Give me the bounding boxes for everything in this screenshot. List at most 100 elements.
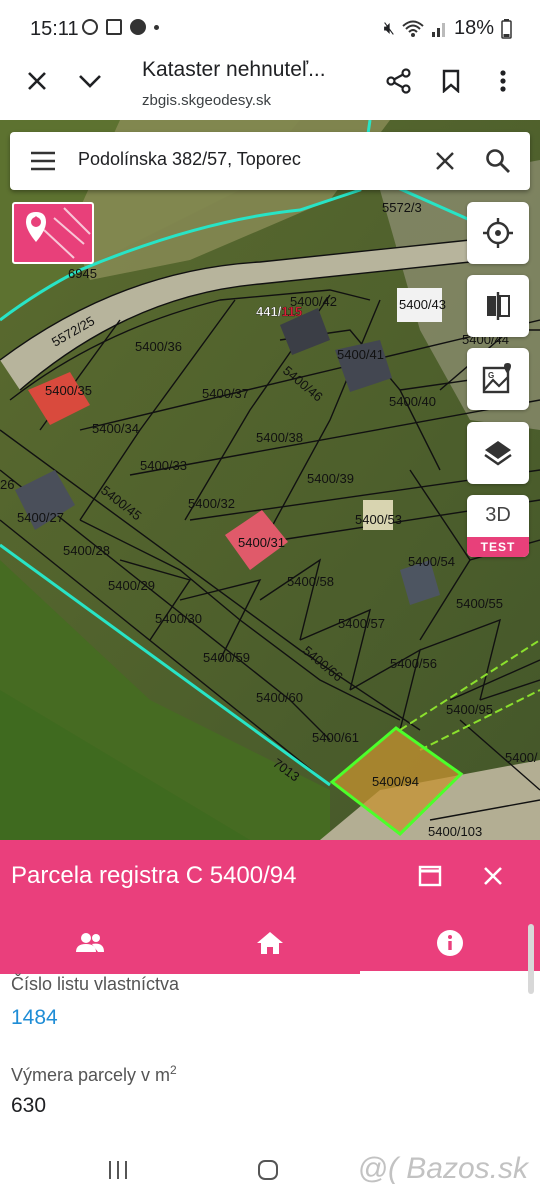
parcel-label: 5400/32 — [188, 496, 235, 511]
parcel-label: 5400/94 — [372, 774, 419, 789]
tab-buildings[interactable] — [180, 912, 360, 974]
parcel-label: 5400/55 — [456, 596, 503, 611]
parcel-label: 5400/59 — [203, 650, 250, 665]
parcel-label: 5400/41 — [337, 347, 384, 362]
compare-maps-button[interactable] — [467, 275, 529, 337]
page-url[interactable]: zbgis.skgeodesy.sk — [142, 92, 271, 109]
search-input[interactable]: Podolínska 382/57, Toporec — [78, 149, 301, 170]
locate-me-button[interactable] — [467, 202, 529, 264]
recent-apps-icon[interactable] — [107, 1159, 129, 1181]
parcel-label: 5400/37 — [202, 386, 249, 401]
close-tab-button[interactable] — [22, 66, 52, 96]
more-notifications-icon — [154, 24, 159, 30]
parcel-label: 5400/95 — [446, 702, 493, 717]
map-pin-logo-icon — [26, 207, 91, 259]
parcel-label: 5400/ — [505, 750, 538, 765]
more-vert-icon — [500, 70, 506, 92]
parcel-label: 5400/60 — [256, 690, 303, 705]
browser-toolbar: Kataster nehnuteľ... zbgis.skgeodesy.sk — [0, 58, 540, 120]
parcel-label: 5400/36 — [135, 339, 182, 354]
area-label-text: Výmera parcely v m — [11, 1065, 171, 1085]
hamburger-menu-icon[interactable] — [30, 151, 56, 171]
page-title: Kataster nehnuteľ... — [142, 58, 326, 81]
parcel-label: 5400/31 — [238, 535, 285, 550]
battery-icon — [501, 18, 512, 39]
mute-icon: 🔇︎ — [383, 18, 395, 38]
facebook-icon — [130, 19, 146, 35]
parcel-label: 5400/53 — [355, 512, 402, 527]
parcel-title: Parcela registra C 5400/94 — [11, 862, 297, 889]
ownership-sheet-value[interactable]: 1484 — [11, 1006, 58, 1030]
parcel-label: 5400/56 — [390, 656, 437, 671]
notification-icons — [82, 19, 159, 35]
parcel-label: 5400/35 — [45, 383, 92, 398]
info-icon — [437, 930, 463, 956]
zbgis-logo[interactable] — [12, 202, 94, 264]
menu-button[interactable] — [488, 66, 518, 96]
3d-label: 3D — [485, 504, 511, 526]
close-icon — [28, 72, 46, 90]
parcel-label: 5400/27 — [17, 510, 64, 525]
status-time: 15:11 — [30, 18, 79, 40]
parcel-label: 5400/28 — [63, 543, 110, 558]
chevron-down-icon — [79, 75, 101, 88]
home-icon — [257, 932, 283, 954]
panel-scrollbar[interactable] — [528, 924, 534, 994]
parcel-label: 5400/58 — [287, 574, 334, 589]
building-number: 441/115 — [256, 304, 302, 319]
parcel-label: 5400/38 — [256, 430, 303, 445]
layers-button[interactable] — [467, 422, 529, 484]
tab-owners[interactable] — [0, 912, 180, 974]
search-icon[interactable] — [485, 148, 511, 174]
parcel-label: 5400/54 — [408, 554, 455, 569]
share-icon — [386, 68, 411, 94]
share-button[interactable] — [384, 66, 414, 96]
bookmark-icon — [442, 69, 460, 93]
area-value: 630 — [11, 1094, 47, 1117]
close-panel-icon[interactable] — [483, 866, 503, 886]
svg-text:G: G — [488, 371, 494, 380]
ownership-sheet-label: Číslo listu vlastníctva — [11, 974, 180, 994]
test-badge: TEST — [467, 537, 529, 557]
search-bar: Podolínska 382/57, Toporec — [10, 132, 530, 190]
chrome-icon — [82, 19, 98, 35]
parcel-label: 5400/43 — [399, 297, 446, 312]
parcel-label: 5400/103 — [428, 824, 482, 839]
minimize-tab-button[interactable] — [75, 66, 105, 96]
parcel-label: 5400/57 — [338, 616, 385, 631]
basemap-button[interactable]: G — [467, 348, 529, 410]
clear-search-icon[interactable] — [435, 151, 455, 171]
compare-icon — [487, 292, 510, 320]
area-label-sup: 2 — [170, 1063, 177, 1077]
watermark: @( Bazos.sk — [357, 1152, 529, 1185]
layers-icon — [484, 441, 512, 466]
parcel-label: 5400/33 — [140, 458, 187, 473]
parcel-details: Číslo listu vlastníctva 1484 Výmera parc… — [0, 974, 540, 1140]
tab-info[interactable] — [360, 912, 540, 974]
system-icons: 🔇︎ 18% — [384, 17, 512, 40]
parcel-label: 6945 — [68, 266, 97, 281]
maximize-panel-icon[interactable] — [418, 865, 442, 887]
parcel-label: 5400/61 — [312, 730, 359, 745]
status-bar: 15:11 🔇︎ 18% — [0, 0, 540, 58]
map-image-icon: G — [482, 363, 511, 394]
crosshair-icon — [483, 218, 513, 248]
home-button-icon[interactable] — [257, 1159, 279, 1181]
parcel-label: 5400/34 — [92, 421, 139, 436]
people-icon — [76, 933, 104, 952]
wifi-icon — [402, 20, 424, 37]
3d-view-button[interactable]: 3D TEST — [467, 495, 529, 557]
gallery-icon — [106, 19, 122, 35]
battery-percent: 18% — [453, 17, 494, 39]
parcel-label: 5400/39 — [307, 471, 354, 486]
signal-icon — [431, 22, 445, 37]
parcel-label: 5400/30 — [155, 611, 202, 626]
bookmark-button[interactable] — [436, 66, 466, 96]
parcel-label: 5572/3 — [382, 200, 422, 215]
parcel-label: 26 — [0, 477, 14, 492]
parcel-label: 5400/29 — [108, 578, 155, 593]
parcel-panel-header: Parcela registra C 5400/94 — [0, 840, 540, 912]
panel-tabs — [0, 912, 540, 974]
parcel-label: 5400/40 — [389, 394, 436, 409]
area-label: Výmera parcely v m2 — [11, 1063, 177, 1086]
